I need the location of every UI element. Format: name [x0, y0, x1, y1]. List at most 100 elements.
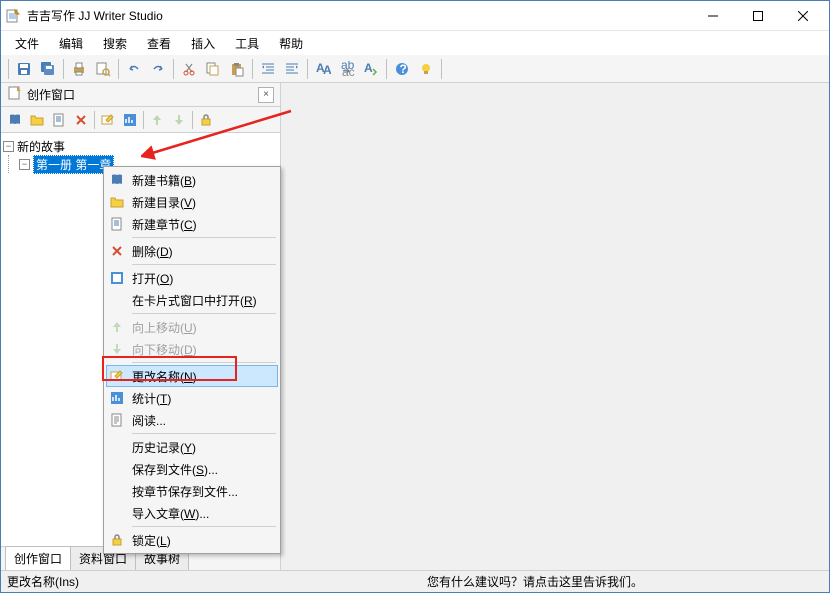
book-icon — [108, 171, 126, 189]
editor-area — [281, 83, 829, 570]
undo-icon[interactable] — [122, 57, 146, 81]
ctx-history[interactable]: 历史记录(Y) — [106, 436, 278, 458]
panel-toolbar — [1, 107, 280, 133]
ctx-rename[interactable]: 更改名称(N) — [106, 365, 278, 387]
delete-icon — [108, 242, 126, 260]
close-button[interactable] — [780, 1, 825, 30]
status-bar: 更改名称(Ins) 您有什么建议吗？请点击这里告诉我们。 — [1, 570, 829, 592]
main-toolbar: AA abac A ? — [1, 55, 829, 83]
ctx-save-chapter[interactable]: 按章节保存到文件... — [106, 480, 278, 502]
ctx-label: 在卡片式窗口中打开(R) — [132, 292, 272, 309]
ctx-open-card[interactable]: 在卡片式窗口中打开(R) — [106, 289, 278, 311]
delete-icon[interactable] — [70, 109, 92, 131]
svg-text:A: A — [364, 61, 373, 75]
menu-edit[interactable]: 编辑 — [49, 32, 93, 55]
maximize-button[interactable] — [735, 1, 780, 30]
ctx-label: 打开(O) — [132, 270, 272, 287]
arrow-up-icon[interactable] — [146, 109, 168, 131]
ctx-import[interactable]: 导入文章(W)... — [106, 502, 278, 524]
ctx-save-file[interactable]: 保存到文件(S)... — [106, 458, 278, 480]
menu-file[interactable]: 文件 — [5, 32, 49, 55]
folder-icon[interactable] — [26, 109, 48, 131]
open-icon — [108, 269, 126, 287]
menu-tools[interactable]: 工具 — [225, 32, 269, 55]
ctx-new-dir[interactable]: 新建目录(V) — [106, 191, 278, 213]
ctx-label: 新建目录(V) — [132, 194, 272, 211]
ctx-label: 向下移动(D) — [132, 341, 272, 358]
page-icon[interactable] — [48, 109, 70, 131]
ctx-label: 按章节保存到文件... — [132, 483, 272, 500]
ctx-lock[interactable]: 锁定(L) — [106, 529, 278, 551]
menu-bar: 文件 编辑 搜索 查看 插入 工具 帮助 — [1, 31, 829, 55]
panel-close-icon[interactable]: × — [258, 87, 274, 103]
rename-icon[interactable] — [97, 109, 119, 131]
bulb-icon[interactable] — [414, 57, 438, 81]
arrow-down-icon[interactable] — [168, 109, 190, 131]
app-icon — [5, 8, 21, 24]
ctx-read[interactable]: 阅读... — [106, 409, 278, 431]
menu-insert[interactable]: 插入 — [181, 32, 225, 55]
ctx-delete[interactable]: 删除(D) — [106, 240, 278, 262]
lock-icon[interactable] — [195, 109, 217, 131]
menu-view[interactable]: 查看 — [137, 32, 181, 55]
ctx-label: 保存到文件(S)... — [132, 461, 272, 478]
menu-search[interactable]: 搜索 — [93, 32, 137, 55]
arrow-down-icon — [108, 340, 126, 358]
replace-icon[interactable]: abac — [335, 57, 359, 81]
blank-icon — [108, 438, 126, 456]
save-icon[interactable] — [12, 57, 36, 81]
indent-left-icon[interactable] — [256, 57, 280, 81]
book-icon[interactable] — [4, 109, 26, 131]
copy-icon[interactable] — [201, 57, 225, 81]
save-all-icon[interactable] — [36, 57, 60, 81]
ctx-open[interactable]: 打开(O) — [106, 267, 278, 289]
stats-icon[interactable] — [119, 109, 141, 131]
ctx-label: 新建章节(C) — [132, 216, 272, 233]
svg-text:A: A — [323, 63, 331, 77]
ctx-new-book[interactable]: 新建书籍(B) — [106, 169, 278, 191]
ctx-stats[interactable]: 统计(T) — [106, 387, 278, 409]
minimize-button[interactable] — [690, 1, 735, 30]
print-preview-icon[interactable] — [91, 57, 115, 81]
panel-header: 创作窗口 × — [1, 83, 280, 107]
blank-icon — [108, 504, 126, 522]
panel-icon — [7, 85, 23, 104]
blank-icon — [108, 291, 126, 309]
ctx-move-up: 向上移动(U) — [106, 316, 278, 338]
ctx-label: 锁定(L) — [132, 532, 272, 549]
ctx-new-chapter[interactable]: 新建章节(C) — [106, 213, 278, 235]
indent-right-icon[interactable] — [280, 57, 304, 81]
ctx-label: 统计(T) — [132, 390, 272, 407]
status-suggestion-link[interactable]: 您有什么建议吗？请点击这里告诉我们。 — [427, 573, 823, 590]
ctx-label: 阅读... — [132, 412, 272, 429]
title-bar: 吉吉写作 JJ Writer Studio — [1, 1, 829, 31]
find-icon[interactable]: AA — [311, 57, 335, 81]
blank-icon — [108, 460, 126, 478]
paste-icon[interactable] — [225, 57, 249, 81]
tab-create[interactable]: 创作窗口 — [5, 546, 71, 570]
stats-icon — [108, 389, 126, 407]
ctx-label: 删除(D) — [132, 243, 272, 260]
expander-icon[interactable]: − — [19, 159, 30, 170]
print-icon[interactable] — [67, 57, 91, 81]
expander-icon[interactable]: − — [3, 141, 14, 152]
context-menu: 新建书籍(B) 新建目录(V) 新建章节(C) 删除(D) 打开(O) 在卡片式… — [103, 166, 281, 554]
tree-root[interactable]: − 新的故事 — [3, 137, 278, 155]
redo-icon[interactable] — [146, 57, 170, 81]
blank-icon — [108, 482, 126, 500]
doc-icon — [108, 411, 126, 429]
menu-help[interactable]: 帮助 — [269, 32, 313, 55]
page-icon — [108, 215, 126, 233]
ctx-label: 更改名称(N) — [132, 368, 272, 385]
ctx-label: 导入文章(W)... — [132, 505, 272, 522]
lock-icon — [108, 531, 126, 549]
cut-icon[interactable] — [177, 57, 201, 81]
find-next-icon[interactable]: A — [359, 57, 383, 81]
ctx-label: 新建书籍(B) — [132, 172, 272, 189]
status-left: 更改名称(Ins) — [7, 573, 427, 590]
ctx-label: 历史记录(Y) — [132, 439, 272, 456]
arrow-up-icon — [108, 318, 126, 336]
tree-root-label: 新的故事 — [17, 138, 65, 155]
window-title: 吉吉写作 JJ Writer Studio — [27, 7, 690, 24]
help-icon[interactable]: ? — [390, 57, 414, 81]
